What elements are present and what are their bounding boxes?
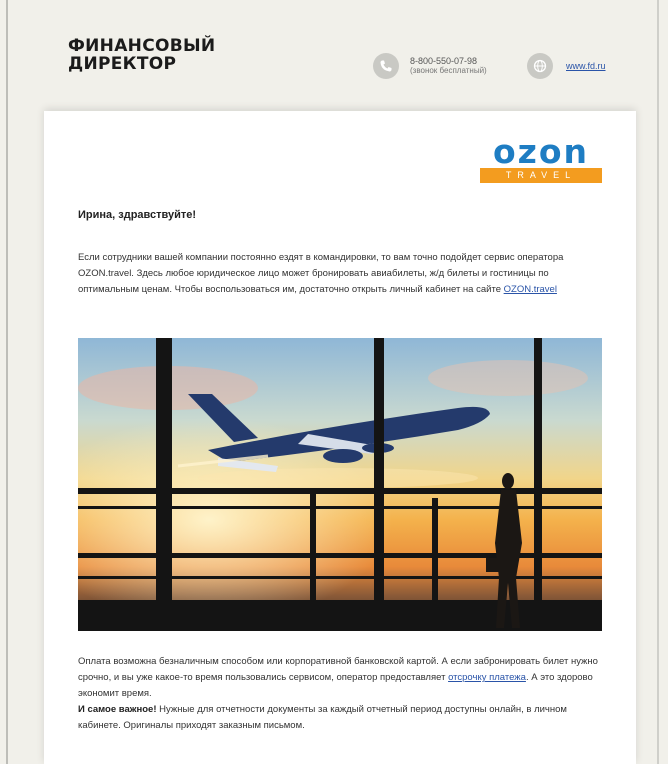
ozon-logo-word: ozon	[492, 132, 590, 171]
email-card: ozon TRAVEL Ирина, здравствуйте! Если со…	[44, 111, 636, 764]
site-link[interactable]: www.fd.ru	[566, 61, 606, 71]
payment-deferral-link[interactable]: отсрочку платежа	[448, 672, 526, 683]
airport-photo	[78, 338, 602, 631]
fd-logo[interactable]: ФИНАНСОВЫЙ ДИРЕКТОР	[68, 37, 215, 73]
phone-note: (звонок бесплатный)	[410, 66, 487, 75]
paragraph-documents: И самое важное! Нужные для отчетности до…	[78, 702, 602, 734]
paragraph-intro: Если сотрудники вашей компании постоянно…	[78, 250, 602, 298]
phone-contact: 8-800-550-07-98 (звонок бесплатный)	[410, 56, 487, 76]
greeting: Ирина, здравствуйте!	[78, 209, 197, 221]
paragraph-intro-text: Если сотрудники вашей компании постоянно…	[78, 252, 564, 295]
ozon-logo-sub: TRAVEL	[480, 168, 602, 183]
ozon-travel-logo[interactable]: ozon TRAVEL	[480, 135, 602, 183]
frame-border-left	[6, 0, 8, 764]
phone-number: 8-800-550-07-98	[410, 56, 478, 66]
globe-icon	[527, 53, 553, 79]
frame-border-right	[657, 0, 659, 764]
ozon-travel-link[interactable]: OZON.travel	[504, 284, 557, 295]
logo-line-2: ДИРЕКТОР	[68, 54, 177, 74]
phone-icon	[373, 53, 399, 79]
paragraph-payment: Оплата возможна безналичным способом или…	[78, 654, 602, 702]
paragraph-documents-bold: И самое важное!	[78, 704, 157, 715]
email-header: ФИНАНСОВЫЙ ДИРЕКТОР 8-800-550-07-98 (зво…	[0, 0, 668, 110]
logo-line-1: ФИНАНСОВЫЙ	[68, 36, 216, 56]
